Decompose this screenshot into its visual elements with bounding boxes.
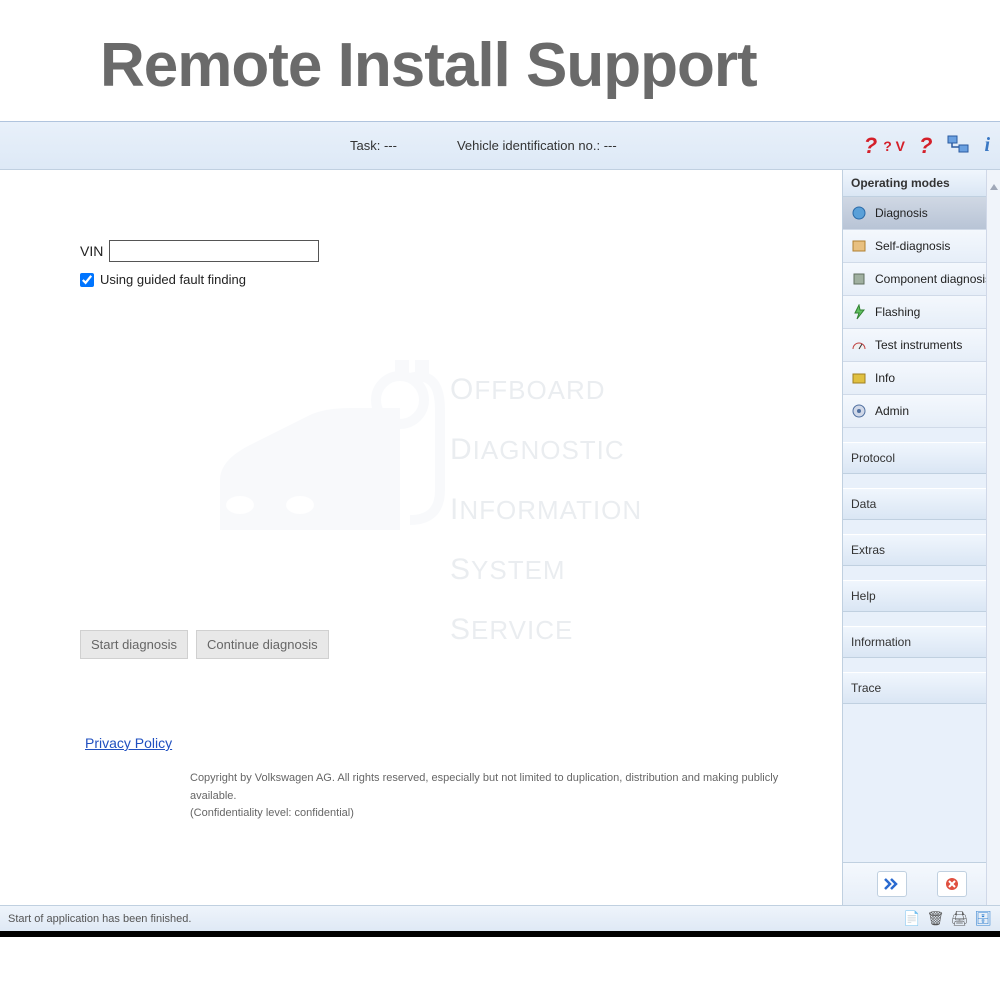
panel-trace[interactable]: Trace▾ xyxy=(843,672,1000,704)
mode-info[interactable]: Info xyxy=(843,362,1000,395)
mode-flashing[interactable]: Flashing xyxy=(843,296,1000,329)
vin-header-value: --- xyxy=(604,138,617,153)
vin-header-field: Vehicle identification no.: --- xyxy=(457,138,617,153)
help-question-icon[interactable]: ? xyxy=(919,133,932,159)
main-pane: VIN Using guided fault finding OFFBOARD … xyxy=(0,170,842,905)
app-window: Task: --- Vehicle identification no.: --… xyxy=(0,121,1000,931)
cancel-button[interactable] xyxy=(937,871,967,897)
diagnosis-icon xyxy=(851,205,867,221)
operating-modes-header[interactable]: Operating modes ▴ xyxy=(843,170,1000,197)
voltage-warning-icon[interactable]: ? xyxy=(864,133,877,159)
status-icon-print[interactable]: 🖨 xyxy=(950,910,968,927)
task-value: --- xyxy=(384,138,397,153)
voltage-text: ? V xyxy=(883,138,905,154)
car-watermark-icon xyxy=(200,350,460,580)
page-heading: Remote Install Support xyxy=(0,0,1000,121)
panel-protocol[interactable]: Protocol▾ xyxy=(843,442,1000,474)
cancel-icon xyxy=(944,876,960,892)
status-bar: Start of application has been finished. … xyxy=(0,905,1000,931)
info-mode-icon xyxy=(851,370,867,386)
task-field: Task: --- xyxy=(350,138,397,153)
bottom-border xyxy=(0,931,1000,937)
privacy-policy-link[interactable]: Privacy Policy xyxy=(85,735,172,751)
operating-modes-list: Diagnosis Self-diagnosis Component diagn… xyxy=(843,197,1000,428)
vin-input[interactable] xyxy=(109,240,319,262)
panel-extras[interactable]: Extras▾ xyxy=(843,534,1000,566)
gauge-icon xyxy=(851,337,867,353)
top-bar: Task: --- Vehicle identification no.: --… xyxy=(0,122,1000,170)
mode-self-diagnosis[interactable]: Self-diagnosis xyxy=(843,230,1000,263)
info-icon[interactable]: i xyxy=(984,134,990,157)
panel-help[interactable]: Help▾ xyxy=(843,580,1000,612)
admin-icon xyxy=(851,403,867,419)
watermark-text: OFFBOARD DIAGNOSTIC INFORMATION SYSTEM S… xyxy=(450,360,642,660)
sidebar: Operating modes ▴ Diagnosis Self-diagnos… xyxy=(842,170,1000,905)
copyright-text: Copyright by Volkswagen AG. All rights r… xyxy=(190,770,822,823)
continue-diagnosis-button[interactable]: Continue diagnosis xyxy=(196,630,329,659)
guided-fault-checkbox[interactable] xyxy=(80,273,94,287)
flashing-icon xyxy=(851,304,867,320)
status-icon-1[interactable]: 📄 xyxy=(903,910,920,927)
component-icon xyxy=(851,271,867,287)
task-label: Task: xyxy=(350,138,380,153)
mode-admin[interactable]: Admin xyxy=(843,395,1000,428)
scrollbar[interactable] xyxy=(986,170,1000,905)
vin-header-label: Vehicle identification no.: xyxy=(457,138,600,153)
vin-input-label: VIN xyxy=(80,243,103,259)
guided-fault-label: Using guided fault finding xyxy=(100,272,246,287)
forward-button[interactable] xyxy=(877,871,907,897)
status-icon-2[interactable]: 🗑 xyxy=(927,910,945,927)
status-icon-drive[interactable]: 🗄 xyxy=(974,910,992,927)
mode-component-diagnosis[interactable]: Component diagnosis xyxy=(843,263,1000,296)
mode-diagnosis[interactable]: Diagnosis xyxy=(843,197,1000,230)
status-message: Start of application has been finished. xyxy=(8,913,191,925)
panel-information[interactable]: Information▾ xyxy=(843,626,1000,658)
self-diagnosis-icon xyxy=(851,238,867,254)
start-diagnosis-button[interactable]: Start diagnosis xyxy=(80,630,188,659)
mode-test-instruments[interactable]: Test instruments xyxy=(843,329,1000,362)
double-arrow-right-icon xyxy=(883,877,901,891)
panel-data[interactable]: Data▾ xyxy=(843,488,1000,520)
network-icon[interactable] xyxy=(946,132,970,159)
